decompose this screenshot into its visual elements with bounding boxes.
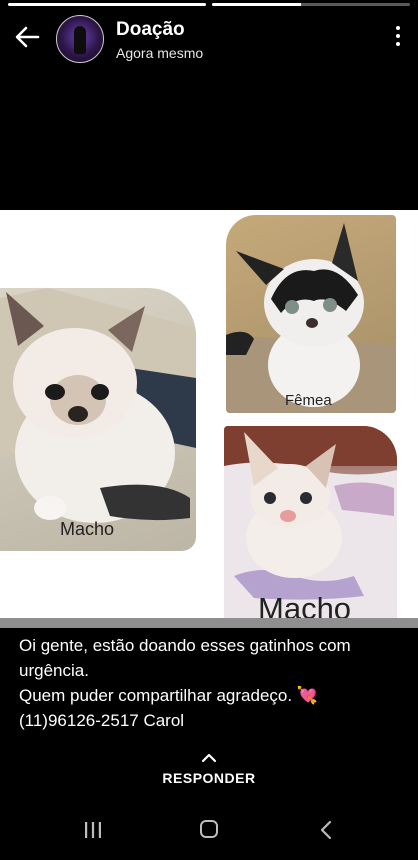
kitten-photo-1: Macho [0,288,196,551]
caption-line: (11)96126-2517 Carol [19,711,185,730]
nav-back-icon[interactable] [318,820,334,840]
more-options-icon[interactable] [394,26,402,50]
home-icon[interactable] [200,820,218,838]
back-arrow-icon[interactable] [12,22,42,52]
caption-line: urgência. [19,661,89,680]
caption-line: Quem puder compartilhar agradeço. 💘 [19,686,318,705]
story-progress [8,3,410,6]
chevron-up-icon [201,753,217,763]
progress-segment-1 [8,3,206,6]
story-header: Doação Agora mesmo [0,12,418,66]
story-caption: Oi gente, estão doando esses gatinhos co… [19,633,409,733]
story-photo: Macho Fêmea Macho [0,210,418,628]
story-timestamp: Agora mesmo [116,45,204,61]
kitten-photo-3: Macho [224,426,397,628]
system-nav-bar [0,804,418,860]
kitten-label-femea: Fêmea [285,392,332,409]
heart-emoji: 💘 [296,686,318,705]
kitten-photo-2: Fêmea [226,215,396,413]
recent-apps-icon[interactable] [84,821,102,839]
progress-segment-2 [212,3,410,6]
reply-button[interactable]: RESPONDER [0,752,418,786]
kitten-label-macho-1: Macho [60,519,115,539]
story-title: Doação [116,19,185,40]
reply-label: RESPONDER [162,770,256,786]
caption-line: Oi gente, estão doando esses gatinhos co… [19,636,351,655]
avatar[interactable] [56,15,104,63]
